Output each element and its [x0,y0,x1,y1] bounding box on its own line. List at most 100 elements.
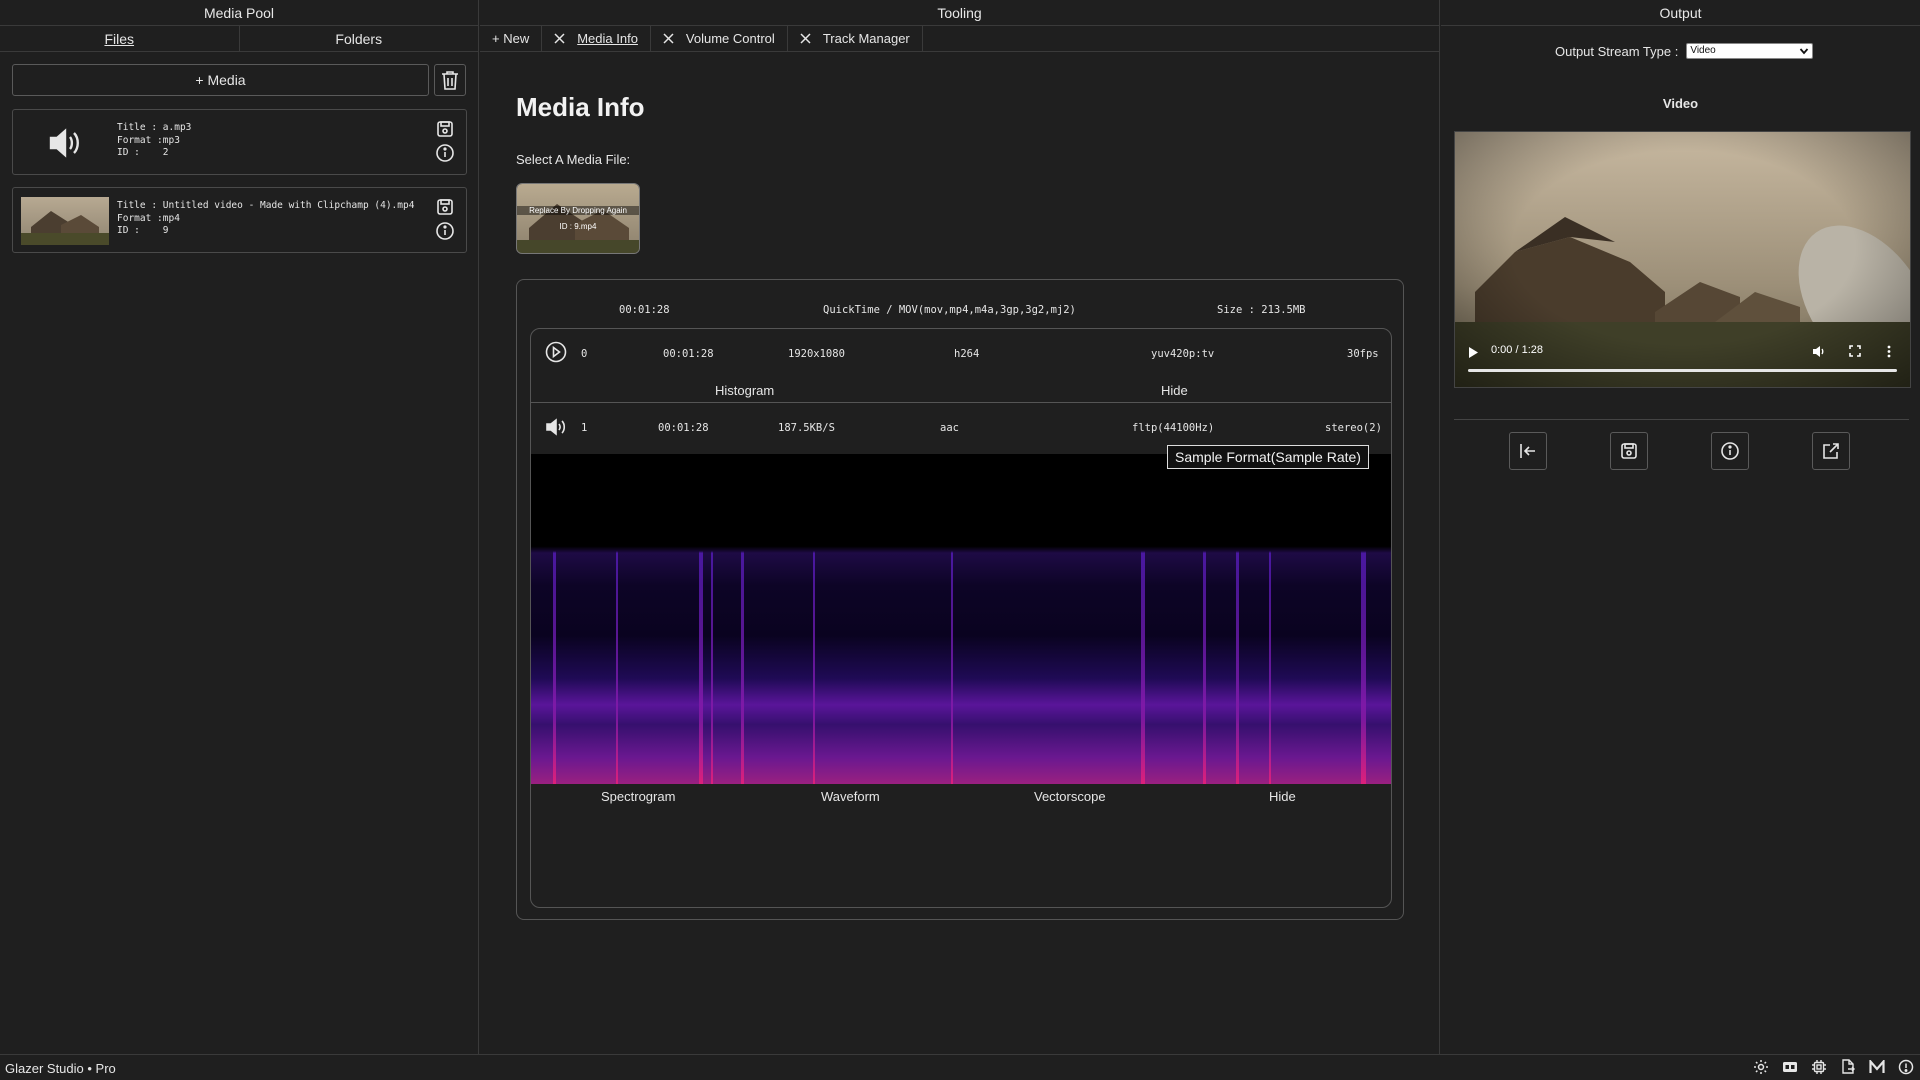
import-button[interactable] [1509,432,1547,470]
output-stream-type-select[interactable]: Video [1686,43,1814,59]
media-format: mp3 [162,134,180,146]
open-external-button[interactable] [1812,432,1850,470]
output-actions [1441,432,1920,470]
add-media-row: + Media [12,64,466,96]
tab-folders[interactable]: Folders [238,26,479,51]
speaker-icon [49,128,79,158]
output-stream-type: Output Stream Type : Video [1555,43,1814,59]
delete-media-button[interactable] [434,64,466,96]
media-id: 2 [162,147,169,158]
stream-channels: stereo(2) [1325,422,1382,434]
stream-pixel-format: yuv420p:tv [1151,348,1215,360]
house-thumbnail-image [21,197,109,245]
external-link-icon [1823,443,1839,459]
vectorscope-button[interactable]: Vectorscope [1034,789,1106,804]
trash-icon [442,71,458,90]
stream-codec: h264 [954,348,980,360]
close-icon[interactable] [800,33,811,44]
fullscreen-icon[interactable] [1849,345,1861,357]
media-info-box: 00:01:28 QuickTime / MOV(mov,mp4,m4a,3gp… [516,279,1404,920]
tab-label: Media Info [577,31,638,46]
media-item-details: Title : Untitled video - Made with Clipc… [117,200,414,238]
stream-codec: aac [940,422,959,434]
cpu-chip-icon[interactable] [1811,1059,1827,1075]
stream-bitrate: 187.5KB/S [778,422,835,434]
video-controls: 0:00 / 1:28 [1455,337,1910,387]
m-logo-icon[interactable] [1869,1060,1885,1074]
new-tab-button[interactable]: + New [480,26,543,51]
volume-icon[interactable] [1812,345,1826,358]
tab-volume-control[interactable]: Volume Control [651,26,788,51]
video-time: 0:00 / 1:28 [1491,344,1543,356]
video-player[interactable]: 0:00 / 1:28 [1454,131,1911,388]
subtitles-icon[interactable] [1782,1060,1798,1074]
output-title: Output [1441,0,1920,26]
media-pool-tabs: Files Folders [0,26,478,52]
tab-media-info[interactable]: Media Info [542,26,651,51]
close-icon[interactable] [554,33,565,44]
hide-video-view-button[interactable]: Hide [1161,383,1188,398]
close-icon[interactable] [663,33,674,44]
play-circle-icon[interactable] [545,341,567,363]
save-output-button[interactable] [1610,432,1648,470]
media-item-audio[interactable]: Title : a.mp3 Format :mp3 ID : 2 [12,109,467,175]
tab-files[interactable]: Files [0,26,239,51]
stream-index: 0 [581,348,588,360]
tab-track-manager[interactable]: Track Manager [788,26,923,51]
stream-fps: 30fps [1347,348,1379,360]
info-icon[interactable] [435,221,455,241]
arrow-left-into-icon [1520,444,1535,458]
title-label: Title : [117,200,158,211]
save-icon [1621,443,1637,459]
output-panel: Output Output Stream Type : Video Video [1441,0,1920,1054]
settings-gear-icon[interactable] [1753,1059,1769,1075]
select-media-label: Select A Media File: [516,152,631,167]
preview-title: Video [1662,96,1699,111]
save-icon[interactable] [436,120,454,138]
info-icon[interactable] [435,143,455,163]
media-thumbnail [21,197,109,245]
format-label: Format : [117,134,163,146]
tab-label: Track Manager [822,31,910,46]
alert-circle-icon[interactable] [1898,1059,1914,1075]
media-pool-title: Media Pool [0,0,478,26]
stream-duration: 00:01:28 [658,422,709,434]
drop-hint: Replace By Dropping Again [517,206,639,215]
file-size: Size : 213.5MB [1217,304,1306,316]
app-name: Glazer Studio • Pro [5,1061,116,1076]
media-title: a.mp3 [162,122,192,133]
video-view-options: Histogram Hide [531,381,1391,403]
more-options-icon[interactable] [1887,345,1891,358]
media-item-details: Title : a.mp3 Format :mp3 ID : 2 [117,122,191,160]
streams-box: 0 00:01:28 1920x1080 h264 yuv420p:tv 30f… [530,328,1392,908]
spectrogram-button[interactable]: Spectrogram [601,789,675,804]
media-item-actions [434,198,456,241]
sample-format-tooltip: Sample Format(Sample Rate) [1167,445,1369,469]
media-item-actions [434,120,456,163]
speaker-icon[interactable] [545,417,567,437]
output-stream-type-label: Output Stream Type : [1555,43,1679,59]
chevron-down-icon [1800,48,1809,55]
output-info-button[interactable] [1711,432,1749,470]
play-icon[interactable] [1468,347,1478,358]
save-icon[interactable] [436,198,454,216]
id-label: ID : [117,147,140,158]
audio-view-options: Spectrogram Waveform Vectorscope Hide [531,785,1391,809]
stream-resolution: 1920x1080 [788,348,845,360]
media-thumbnail [21,119,109,167]
media-drop-zone[interactable]: Replace By Dropping Again ID : 9.mp4 [516,183,640,254]
page-title: Media Info [516,92,645,122]
status-bar: Glazer Studio • Pro [0,1054,1920,1080]
format-label: Format : [117,212,163,224]
add-media-button[interactable]: + Media [12,64,429,96]
waveform-button[interactable]: Waveform [821,789,880,804]
video-progress-bar[interactable] [1468,369,1897,372]
media-item-video[interactable]: Title : Untitled video - Made with Clipc… [12,187,467,253]
tooling-title: Tooling [480,0,1439,26]
file-arrow-icon[interactable] [1840,1059,1856,1075]
media-title: Untitled video - Made with Clipchamp (4)… [162,200,415,211]
histogram-button[interactable]: Histogram [715,383,774,398]
hide-audio-view-button[interactable]: Hide [1269,789,1296,804]
media-pool-panel: Media Pool Files Folders + Media Title :… [0,0,479,1054]
tab-label: Volume Control [685,31,775,46]
